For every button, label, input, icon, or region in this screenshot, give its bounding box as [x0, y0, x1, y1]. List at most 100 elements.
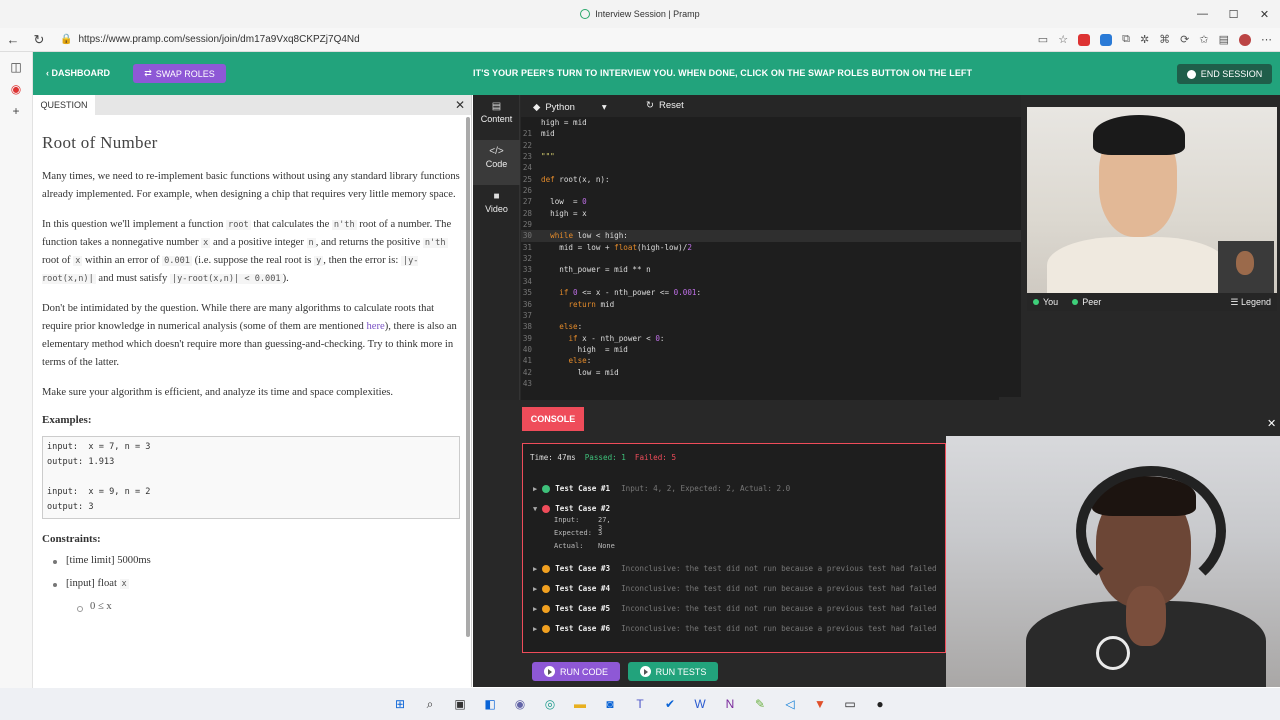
code-line[interactable]: 36 return mid	[521, 299, 1021, 310]
collections-icon[interactable]: ▤	[1219, 33, 1229, 46]
teams-chat-icon[interactable]: ◉	[510, 694, 530, 714]
code-line[interactable]: high = mid	[521, 117, 1021, 128]
code-line[interactable]: 30 while low < high:	[521, 230, 1021, 242]
refresh-icon[interactable]: ↻	[26, 32, 52, 48]
swap-roles-label: SWAP ROLES	[155, 68, 215, 79]
code-line[interactable]: 21 mid	[521, 128, 1021, 139]
tabs-icon[interactable]: ◫	[0, 60, 32, 74]
test-case-row[interactable]: ▼ Test Case #2	[533, 504, 621, 513]
code-line[interactable]: 24	[521, 162, 1021, 173]
code-line[interactable]: 37	[521, 310, 1021, 321]
code-line[interactable]: 39 if x - nth_power < 0:	[521, 333, 1021, 344]
extension-icon[interactable]: ⧉	[1122, 33, 1130, 46]
brave-icon[interactable]: ▼	[810, 694, 830, 714]
menu-icon[interactable]: ⋯	[1261, 33, 1272, 46]
star-icon[interactable]: ☆	[1058, 33, 1068, 46]
tab-video[interactable]: ■ Video	[473, 185, 520, 230]
self-video-thumbnail[interactable]	[1218, 241, 1274, 293]
file-explorer-icon[interactable]: ▬	[570, 694, 590, 714]
test-case-row[interactable]: ▶ Test Case #3 Inconclusive: the test did …	[533, 564, 937, 573]
url-field[interactable]: 🔒 https://www.pramp.com/session/join/dm1…	[60, 34, 360, 45]
run-code-button[interactable]: RUN CODE	[532, 662, 620, 681]
line-number	[521, 117, 541, 128]
window-title: Interview Session | Pramp	[580, 9, 700, 19]
vscode-icon[interactable]: ◁	[780, 694, 800, 714]
terminal-icon[interactable]: ▭	[840, 694, 860, 714]
widgets-icon[interactable]: ◧	[480, 694, 500, 714]
record-icon[interactable]: ◉	[0, 82, 32, 96]
onenote-icon[interactable]: N	[720, 694, 740, 714]
code-line[interactable]: 22	[521, 140, 1021, 151]
add-icon[interactable]: +	[0, 104, 32, 118]
peer-video	[1027, 107, 1277, 293]
code-editor[interactable]: high = mid 21 mid 22 23 """ 24 25 def root(x, n)…	[521, 117, 1021, 397]
code-icon: </>	[489, 146, 504, 157]
test-case-row[interactable]: ▶ Test Case #6 Inconclusive: the test did …	[533, 624, 937, 633]
code-line[interactable]: 42 low = mid	[521, 367, 1021, 378]
code-line[interactable]: 35 if 0 <= x - nth_power <= 0.001:	[521, 287, 1021, 298]
code-line[interactable]: 29	[521, 219, 1021, 230]
test-status-icon	[542, 484, 551, 493]
you-indicator: You	[1033, 297, 1058, 307]
code-line[interactable]: 33 nth_power = mid ** n	[521, 264, 1021, 275]
github-icon[interactable]: ●	[870, 694, 890, 714]
edge-icon[interactable]: ◎	[540, 694, 560, 714]
close-question-icon[interactable]: ✕	[455, 98, 465, 112]
code-line[interactable]: 38 else:	[521, 321, 1021, 332]
language-select[interactable]: ◆ Python ▾	[533, 100, 629, 114]
test-case-name: Test Case #6	[555, 624, 611, 633]
run-tests-button[interactable]: RUN TESTS	[628, 662, 718, 681]
close-window-button[interactable]: ✕	[1249, 0, 1280, 28]
test-case-row[interactable]: ▶ Test Case #1 Input: 4, 2, Expected: 2, A…	[533, 484, 790, 493]
code-line[interactable]: 40 high = mid	[521, 344, 1021, 355]
notepad-icon[interactable]: ✎	[750, 694, 770, 714]
console-tab[interactable]: CONSOLE	[522, 407, 584, 431]
tab-code[interactable]: </> Code	[473, 140, 520, 185]
camera-icon[interactable]: ▭	[1038, 33, 1048, 46]
outlook-icon[interactable]: ◙	[600, 694, 620, 714]
dashboard-label: DASHBOARD	[51, 68, 111, 78]
line-number: 31	[522, 242, 532, 252]
extension-red-icon[interactable]	[1078, 33, 1091, 46]
code-line[interactable]: 43	[521, 378, 1021, 389]
code-line[interactable]: 26	[521, 185, 1021, 196]
settings-icon[interactable]: ✲	[1140, 33, 1149, 46]
test-case-row[interactable]: ▶ Test Case #4 Inconclusive: the test did …	[533, 584, 937, 593]
reset-button[interactable]: ↻ Reset	[646, 100, 684, 111]
test-case-row[interactable]: ▶ Test Case #5 Inconclusive: the test did …	[533, 604, 937, 613]
close-console-icon[interactable]: ✕	[1267, 417, 1276, 430]
chevron-right-icon: ▶	[533, 584, 538, 593]
todo-icon[interactable]: ✔	[660, 694, 680, 714]
favorites-icon[interactable]: ✩	[1199, 33, 1208, 46]
code-line[interactable]: 32	[521, 253, 1021, 264]
dashboard-link[interactable]: ‹ DASHBOARD	[46, 68, 110, 78]
code-line[interactable]: 41 else:	[521, 355, 1021, 366]
swap-roles-button[interactable]: ⇄ SWAP ROLES	[133, 64, 226, 83]
extension-blue-icon[interactable]	[1100, 33, 1113, 46]
legend-button[interactable]: ☰ Legend	[1230, 297, 1271, 308]
profile-avatar-icon[interactable]	[1239, 33, 1251, 46]
teams-icon[interactable]: T	[630, 694, 650, 714]
minimize-button[interactable]: —	[1187, 0, 1218, 28]
back-icon[interactable]: ←	[0, 32, 26, 47]
code-line[interactable]: 25 def root(x, n):	[521, 174, 1021, 185]
extension-puzzle-icon[interactable]: ⌘	[1159, 33, 1170, 46]
line-number: 27	[522, 197, 532, 207]
code-line[interactable]: 28 high = x	[521, 208, 1021, 219]
code-line[interactable]: 23 """	[521, 151, 1021, 162]
sync-icon[interactable]: ⟳	[1180, 33, 1189, 46]
windows-start-icon[interactable]: ⊞	[390, 694, 410, 714]
line-text: high = x	[541, 208, 587, 218]
tab-content[interactable]: ▤ Content	[473, 95, 520, 140]
search-icon[interactable]: ⌕	[420, 694, 440, 714]
question-scrollbar[interactable]	[466, 117, 470, 637]
end-session-button[interactable]: END SESSION	[1177, 64, 1272, 84]
code-line[interactable]: 27 low = 0	[521, 196, 1021, 207]
here-link[interactable]: here	[366, 321, 384, 332]
code-line[interactable]: 34	[521, 276, 1021, 287]
question-tab[interactable]: QUESTION	[33, 95, 95, 115]
code-line[interactable]: 31 mid = low + float(high-low)/2	[521, 242, 1021, 253]
maximize-button[interactable]: ☐	[1218, 0, 1249, 28]
word-icon[interactable]: W	[690, 694, 710, 714]
task-view-icon[interactable]: ▣	[450, 694, 470, 714]
